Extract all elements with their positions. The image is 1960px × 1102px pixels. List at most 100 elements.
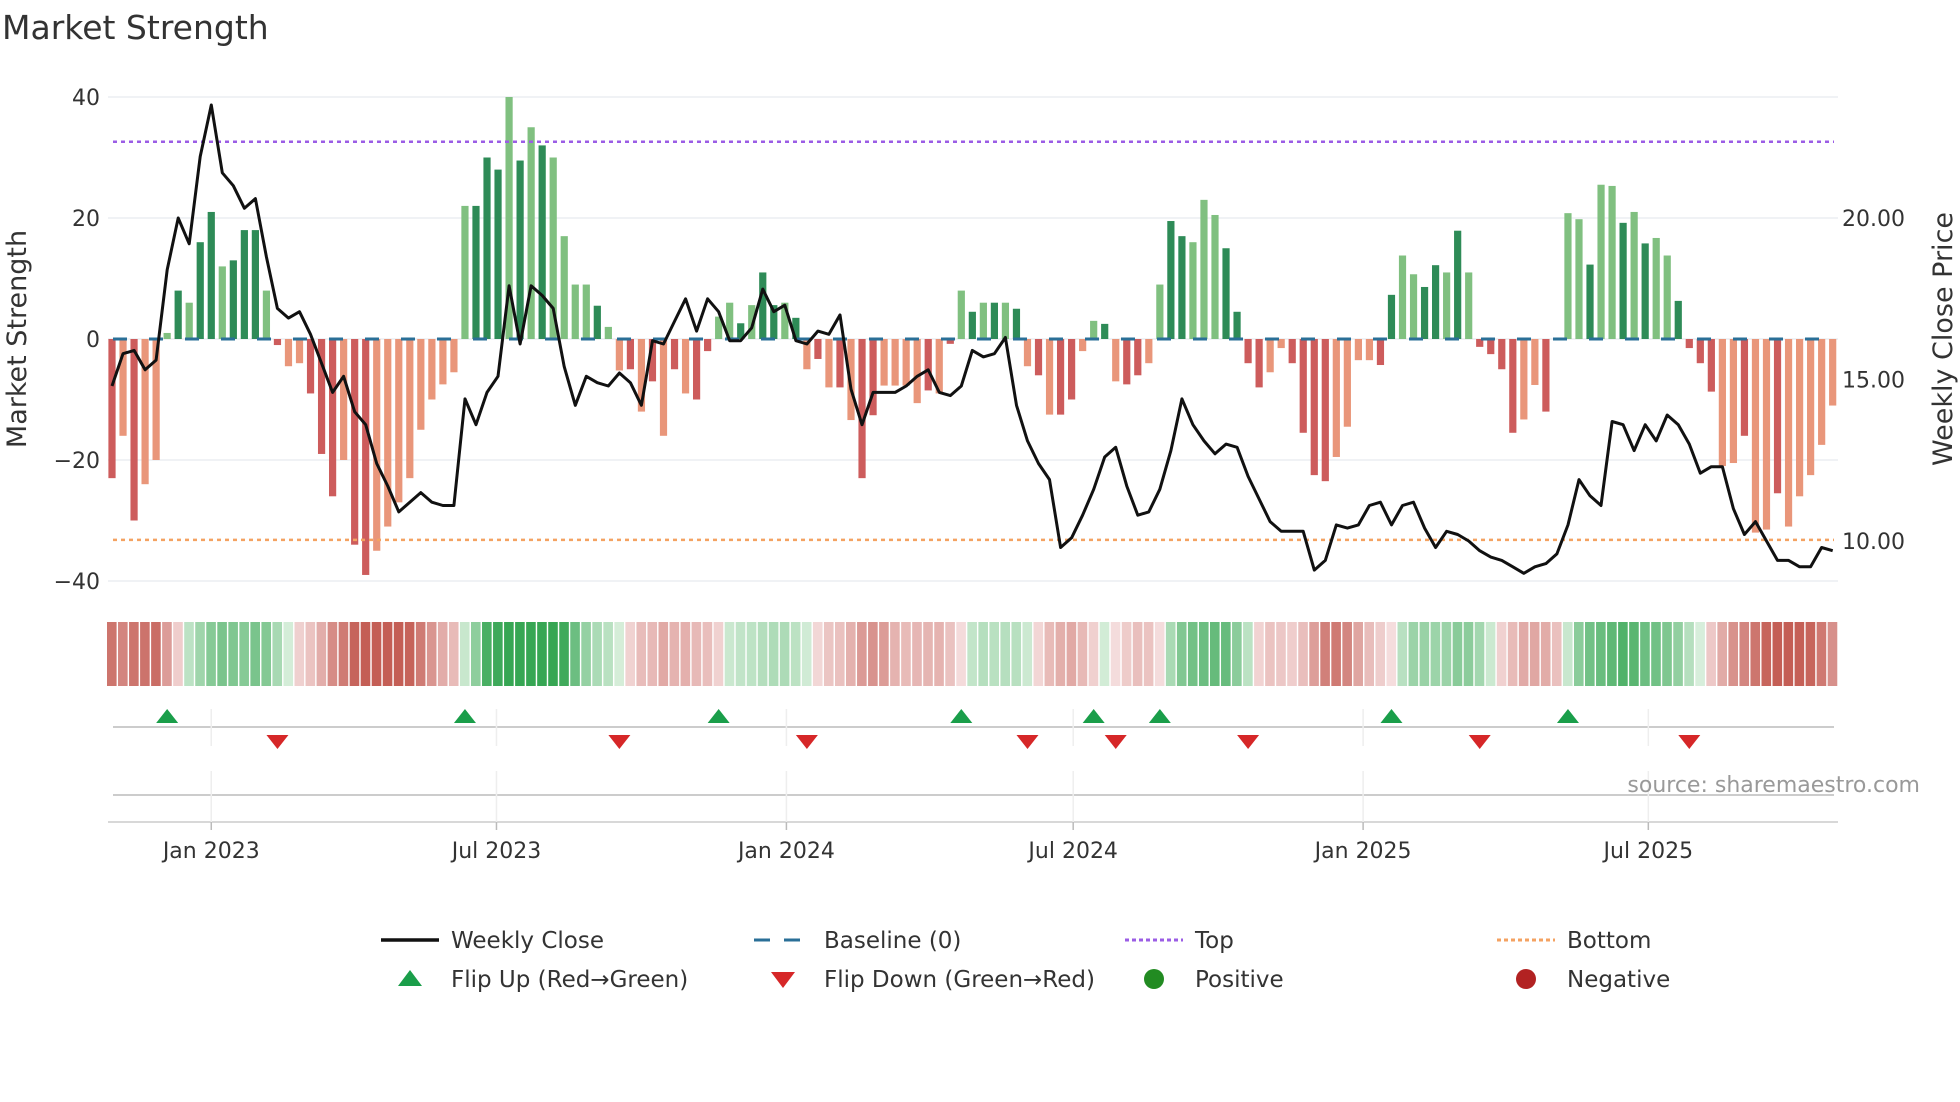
negative-bar	[1718, 339, 1726, 467]
strip-cell	[1331, 622, 1341, 686]
strip-cell	[1022, 622, 1033, 686]
strip-cell	[1000, 622, 1011, 686]
positive-bar	[483, 157, 491, 339]
strip-cell	[1419, 622, 1430, 686]
strip-cell	[1066, 622, 1077, 686]
positive-bar	[1189, 242, 1197, 339]
strip-cell	[1408, 622, 1419, 686]
negative-bar	[351, 339, 359, 545]
negative-bar	[1354, 339, 1362, 361]
negative-dot-icon	[1516, 969, 1536, 989]
strip-cell	[1309, 622, 1319, 686]
strip-cell	[934, 622, 944, 686]
positive-bar	[516, 160, 524, 339]
strip-cell	[901, 622, 911, 686]
strip-cell	[1243, 622, 1253, 686]
negative-bar	[1696, 339, 1704, 364]
negative-bar	[814, 339, 822, 359]
strip-cell	[790, 622, 801, 686]
negative-bar	[1321, 339, 1329, 482]
strip-cell	[868, 622, 878, 686]
strip-cell	[415, 622, 426, 686]
strip-cell	[680, 622, 691, 686]
positive-bar	[1167, 221, 1175, 339]
negative-bar	[428, 339, 436, 400]
strip-cell	[757, 622, 768, 686]
strip-cell	[1132, 622, 1143, 686]
strip-cell	[1044, 622, 1055, 686]
market-strength-chart: Market Strength 40 20 0 −20 −40 20.00 15.00 10.…	[2, 8, 1959, 993]
negative-bar	[659, 339, 668, 436]
strip-cell	[1761, 622, 1772, 686]
negative-bar	[395, 339, 403, 503]
negative-bar	[1773, 339, 1782, 494]
strip-cell	[162, 622, 172, 686]
strip-cell	[1298, 622, 1308, 686]
strip-cell	[614, 622, 624, 686]
legend-item-top: Top	[1125, 928, 1234, 954]
positive-bar	[1663, 255, 1671, 339]
strip-cell	[493, 622, 503, 686]
negative-bar	[273, 339, 282, 346]
positive-bar	[1575, 219, 1583, 339]
strip-cell	[1077, 622, 1088, 686]
positive-bar	[1101, 323, 1109, 339]
strip-cell	[592, 622, 602, 686]
strip-cell	[912, 622, 922, 686]
negative-bar	[1829, 339, 1837, 406]
negative-bar	[1288, 339, 1296, 364]
negative-bar	[681, 339, 690, 394]
strip-cell	[1452, 622, 1463, 686]
strip-cell	[283, 622, 294, 686]
negative-bar	[108, 339, 116, 479]
strip-cell	[393, 622, 404, 686]
positive-bar	[494, 169, 502, 339]
source-note: source: sharemaestro.com	[1627, 773, 1920, 798]
strip-cell	[294, 622, 305, 686]
negative-bar	[924, 339, 932, 391]
strip-cell	[735, 622, 746, 686]
positive-bar	[1200, 199, 1208, 339]
negative-bar	[1145, 339, 1153, 364]
negative-bar	[1542, 339, 1550, 412]
strip-cell	[327, 622, 338, 686]
positive-bar	[759, 272, 767, 339]
negative-bar	[406, 339, 414, 479]
strip-cell	[1750, 622, 1761, 686]
positive-bar	[1608, 185, 1616, 339]
strip-cell	[857, 622, 867, 686]
legend-item-bottom: Bottom	[1497, 928, 1651, 954]
positive-bar	[1652, 237, 1660, 339]
negative-bar	[439, 339, 447, 385]
positive-bar	[593, 305, 601, 339]
y2-tick-label: 15.00	[1842, 369, 1905, 394]
positive-bar	[1619, 222, 1627, 339]
negative-bar	[373, 339, 381, 551]
strip-cell	[1562, 622, 1573, 686]
strip-cell	[1198, 622, 1209, 686]
positive-bar	[163, 332, 171, 339]
strip-cell	[812, 622, 823, 686]
negative-bar	[902, 339, 910, 386]
strip-cell	[1673, 622, 1683, 686]
x-tick-label: Jul 2024	[1026, 839, 1118, 864]
negative-bar	[880, 339, 888, 386]
positive-bar	[1409, 274, 1418, 339]
strip-cell	[1551, 622, 1562, 686]
strip-cell	[1529, 622, 1540, 686]
triangle-up-icon	[398, 970, 422, 986]
negative-bar	[417, 339, 425, 430]
flip-down-marker	[1237, 735, 1260, 749]
negative-bar	[626, 339, 635, 370]
flip-up-marker	[1148, 709, 1171, 723]
strip-cell	[316, 622, 327, 686]
strip-cell	[526, 622, 536, 686]
negative-bar	[130, 339, 138, 521]
strip-cell	[890, 622, 900, 686]
strip-cell	[956, 622, 966, 686]
triangle-down-icon	[771, 972, 795, 988]
negative-bar	[340, 339, 348, 460]
flip-up-marker	[156, 709, 179, 723]
strip-cell	[129, 622, 139, 686]
strip-cell	[1055, 622, 1066, 686]
